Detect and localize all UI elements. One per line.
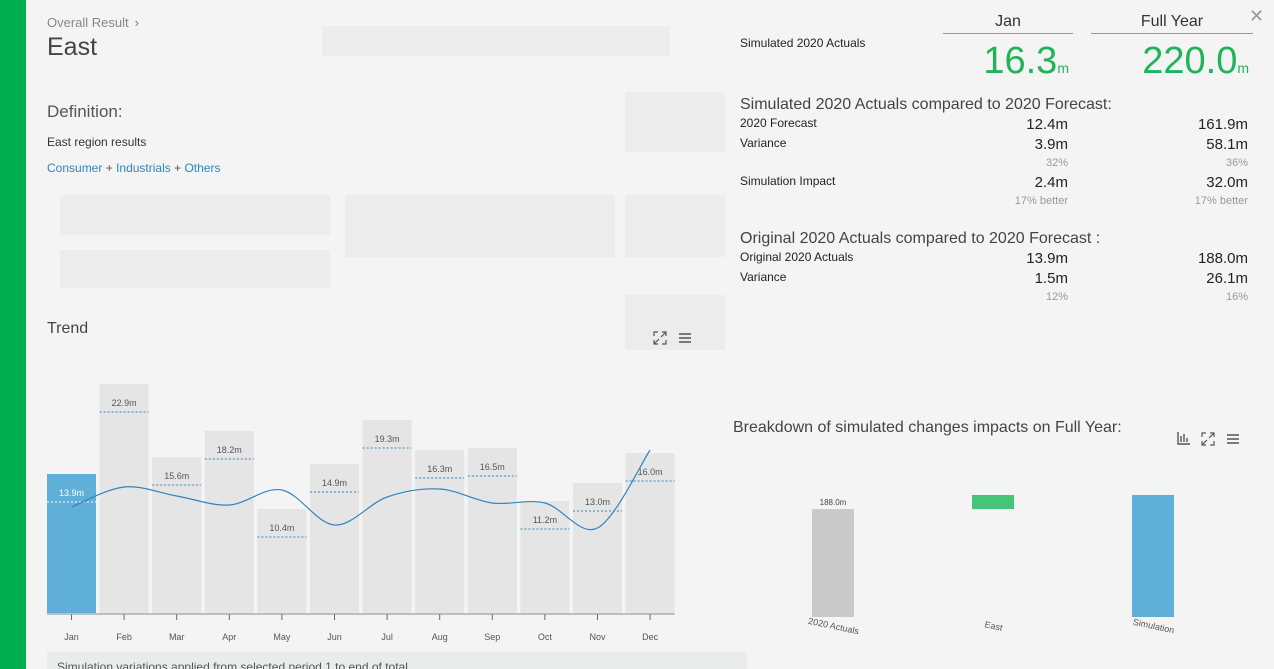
- trend-x-label: Sep: [484, 632, 500, 642]
- simulation-impact-fy: 32.0m: [1206, 174, 1248, 191]
- definition-links: Consumer + Industrials + Others: [47, 161, 220, 175]
- trend-x-label: Feb: [116, 632, 132, 642]
- chevron-right-icon: ›: [134, 15, 139, 30]
- definition-heading: Definition:: [47, 102, 123, 121]
- expand-icon[interactable]: [651, 329, 669, 347]
- definition-text: East region results: [47, 135, 147, 149]
- trend-data-label: 13.9m: [59, 488, 84, 498]
- trend-bar: [625, 453, 675, 613]
- original-variance-jan-pct: 12%: [1045, 291, 1068, 303]
- menu-icon[interactable]: [1224, 430, 1242, 448]
- trend-x-label: Jan: [64, 632, 79, 642]
- trend-x-label: Oct: [538, 632, 553, 642]
- trend-x-label: Jun: [327, 632, 342, 642]
- background-toolbar: [322, 26, 670, 56]
- actuals-jan-unit: m: [1057, 60, 1069, 76]
- original-actuals-label: Original 2020 Actuals: [740, 250, 854, 264]
- column-header-jan: Jan: [943, 13, 1073, 34]
- breadcrumb-parent[interactable]: Overall Result: [47, 15, 129, 30]
- original-variance-label: Variance: [740, 270, 787, 284]
- trend-chart: 13.9m Jan 22.9m Feb 15.6m Mar 18.2m Apr 10.4m May…: [47, 384, 675, 642]
- trend-data-label: 16.0m: [638, 467, 663, 477]
- trend-data-label: 16.3m: [427, 464, 452, 474]
- waterfall-bar: [1132, 495, 1174, 617]
- variance-jan: 3.9m: [1034, 136, 1068, 153]
- trend-x-label: Apr: [222, 632, 236, 642]
- page-title: East: [47, 33, 98, 61]
- link-others[interactable]: Others: [184, 161, 220, 175]
- section1-heading: Simulated 2020 Actuals compared to 2020 …: [740, 96, 1112, 113]
- trend-data-label: 14.9m: [322, 478, 347, 488]
- forecast-fy: 161.9m: [1197, 116, 1248, 133]
- trend-bar: [362, 420, 412, 613]
- variance-jan-pct: 32%: [1045, 157, 1068, 169]
- trend-x-label: May: [273, 632, 291, 642]
- actuals-jan-value: 16.3m: [943, 40, 1069, 83]
- waterfall-x-label: 2020 Actuals: [807, 616, 860, 637]
- background-card: [60, 250, 330, 288]
- plus-separator: +: [105, 161, 113, 175]
- chart-type-icon[interactable]: [1175, 429, 1193, 447]
- breakdown-title: Breakdown of simulated changes impacts o…: [733, 419, 1122, 436]
- forecast-label: 2020 Forecast: [740, 116, 817, 130]
- trend-bar: [467, 448, 517, 613]
- actuals-fy-unit: m: [1237, 60, 1249, 76]
- trend-data-label: 15.6m: [164, 471, 189, 481]
- actuals-label: Simulated 2020 Actuals: [740, 36, 866, 50]
- column-header-full-year: Full Year: [1091, 13, 1253, 34]
- forecast-jan: 12.4m: [1026, 116, 1068, 133]
- trend-bar: [204, 431, 254, 613]
- accent-bar: [0, 0, 26, 669]
- link-industrials[interactable]: Industrials: [116, 161, 171, 175]
- trend-data-label: 18.2m: [217, 445, 242, 455]
- simulation-impact-label: Simulation Impact: [740, 174, 836, 188]
- trend-x-label: Jul: [381, 632, 393, 642]
- original-actuals-jan: 13.9m: [1026, 250, 1068, 267]
- trend-data-label: 13.0m: [585, 497, 610, 507]
- original-variance-jan: 1.5m: [1034, 270, 1068, 287]
- trend-x-label: Aug: [432, 632, 448, 642]
- waterfall-bar: [972, 495, 1014, 510]
- waterfall-chart: 188.0m2020 Actuals32.0mEast220.0mSimulat…: [807, 495, 1175, 637]
- background-card: [60, 195, 330, 235]
- expand-icon[interactable]: [1199, 430, 1217, 448]
- background-card: [625, 92, 725, 152]
- variance-fy-pct: 36%: [1225, 157, 1248, 169]
- section2-heading: Original 2020 Actuals compared to 2020 F…: [740, 230, 1101, 247]
- simulation-impact-jan-note: 17% better: [1014, 195, 1068, 207]
- menu-icon[interactable]: [676, 329, 694, 347]
- trend-bar: [415, 450, 465, 613]
- variance-label: Variance: [740, 136, 787, 150]
- background-card: [625, 295, 725, 350]
- trend-data-label: 11.2m: [533, 515, 557, 525]
- plus-separator: +: [174, 161, 182, 175]
- original-variance-fy-pct: 16%: [1225, 291, 1248, 303]
- trend-data-label: 22.9m: [112, 398, 137, 408]
- background-card: [345, 195, 615, 257]
- trend-data-label: 16.5m: [480, 462, 505, 472]
- variance-fy: 58.1m: [1206, 136, 1248, 153]
- waterfall-bar: [812, 509, 854, 617]
- breadcrumb[interactable]: Overall Result ›: [47, 15, 139, 30]
- waterfall-data-label: 188.0m: [820, 498, 847, 507]
- simulation-impact-jan: 2.4m: [1034, 174, 1068, 191]
- actuals-fy-number: 220.0: [1142, 40, 1238, 82]
- original-variance-fy: 26.1m: [1206, 270, 1248, 287]
- background-card: [625, 195, 725, 257]
- trend-x-label: Dec: [642, 632, 659, 642]
- trend-title: Trend: [47, 320, 89, 337]
- trend-x-label: Nov: [589, 632, 606, 642]
- trend-bar: [99, 384, 149, 613]
- footer-note: Simulation variations applied from selec…: [47, 652, 747, 669]
- trend-x-label: Mar: [169, 632, 185, 642]
- actuals-jan-number: 16.3: [983, 40, 1058, 82]
- trend-data-label: 19.3m: [375, 434, 400, 444]
- waterfall-x-label: Simulation: [1132, 617, 1175, 636]
- waterfall-x-label: East: [984, 619, 1004, 633]
- original-actuals-fy: 188.0m: [1197, 250, 1248, 267]
- simulation-impact-fy-note: 17% better: [1194, 195, 1248, 207]
- trend-data-label: 10.4m: [269, 523, 294, 533]
- link-consumer[interactable]: Consumer: [47, 161, 102, 175]
- actuals-fy-value: 220.0m: [1091, 40, 1249, 83]
